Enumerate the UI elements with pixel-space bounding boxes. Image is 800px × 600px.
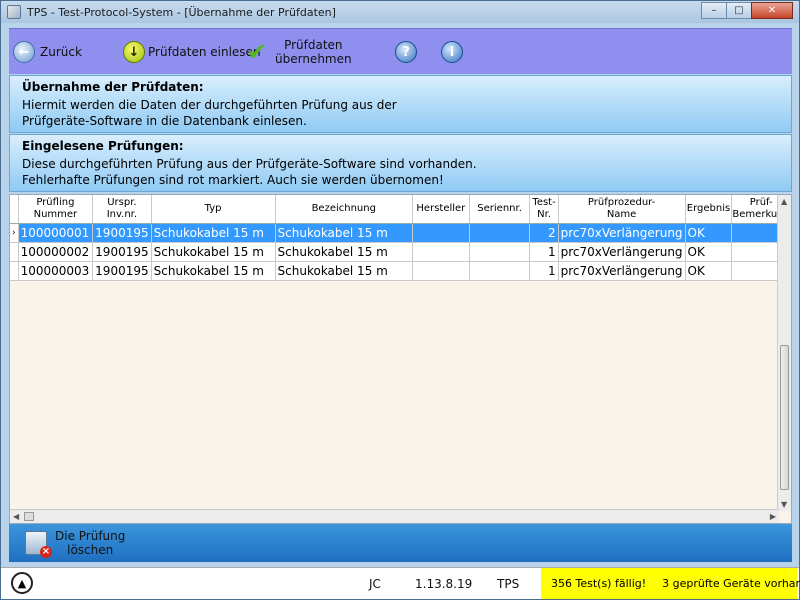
collapse-up-icon[interactable]: ▲ [11, 572, 33, 594]
scroll-down-icon[interactable]: ▼ [781, 500, 787, 509]
table-row[interactable]: › 100000001 1900195 Schukokabel 15 m Sch… [10, 223, 791, 243]
status-warning: 356 Test(s) fällig! 3 geprüfte Geräte vo… [541, 568, 800, 599]
cell-hersteller [412, 242, 470, 262]
cell-seriennr [469, 242, 531, 262]
scroll-up-icon[interactable]: ▲ [781, 197, 787, 206]
header-corner [10, 195, 19, 224]
title-bar: TPS - Test-Protocol-System - [Übernahme … [1, 1, 799, 23]
help-icon: ? [395, 41, 417, 63]
vertical-scrollbar[interactable]: ▲ ▼ [777, 195, 791, 511]
column-header-seriennr[interactable]: Seriennr. [469, 195, 531, 224]
cell-bezeichnung: Schukokabel 15 m [275, 242, 413, 262]
column-header-ergebnis[interactable]: Ergebnis [685, 195, 733, 224]
accept-data-label: Prüfdaten übernehmen [275, 38, 352, 66]
minimize-button[interactable]: – [701, 2, 727, 19]
cell-test-nr: 1 [529, 261, 559, 281]
column-header-test-nr[interactable]: Test- Nr. [529, 195, 559, 224]
read-data-button[interactable]: ↓ Prüfdaten einlesen [123, 29, 261, 75]
toolbar: ← Zurück ↓ Prüfdaten einlesen ✔ Prüfdate… [9, 28, 792, 74]
cell-bezeichnung: Schukokabel 15 m [275, 261, 413, 281]
status-app: TPS [497, 577, 520, 591]
cell-hersteller [412, 223, 470, 243]
read-data-label: Prüfdaten einlesen [148, 45, 261, 59]
maximize-button[interactable]: □ [726, 2, 752, 19]
table-row[interactable]: 100000003 1900195 Schukokabel 15 m Schuk… [10, 261, 791, 281]
status-bar: ▲ JC 1.13.8.19 TPS 356 Test(s) fällig! 3… [1, 567, 800, 599]
arrow-down-icon: ↓ [123, 41, 145, 63]
close-button[interactable]: ✕ [751, 2, 793, 19]
cell-nummer: 100000002 [18, 242, 94, 262]
row-marker [10, 242, 19, 262]
read-tests-text-line1: Diese durchgeführten Prüfung aus der Prü… [22, 157, 477, 171]
tests-grid: Prüfling Nummer Urspr. Inv.nr. Typ Bezeich… [9, 194, 792, 524]
transfer-title: Übernahme der Prüfdaten: [22, 80, 204, 94]
column-header-typ[interactable]: Typ [151, 195, 276, 224]
column-header-nummer[interactable]: Prüfling Nummer [18, 195, 94, 224]
back-label: Zurück [40, 45, 82, 59]
cell-typ: Schukokabel 15 m [151, 261, 276, 281]
header-row: Prüfling Nummer Urspr. Inv.nr. Typ Bezeich… [10, 195, 791, 224]
app-window: TPS - Test-Protocol-System - [Übernahme … [0, 0, 800, 600]
transfer-text-line2: Prüfgeräte-Software in die Datenbank ein… [22, 114, 307, 128]
cell-typ: Schukokabel 15 m [151, 242, 276, 262]
column-header-hersteller[interactable]: Hersteller [412, 195, 470, 224]
checked-devices-text: 3 geprüfte Geräte vorhanden. [662, 577, 800, 590]
cell-test-nr: 2 [529, 223, 559, 243]
read-tests-panel: Eingelesene Prüfungen: Diese durchgeführ… [9, 134, 792, 192]
cell-prozedur: prc70xVerlängerung [558, 223, 686, 243]
cell-ergebnis: OK [685, 242, 733, 262]
vertical-scroll-thumb[interactable] [780, 345, 789, 490]
window-title: TPS - Test-Protocol-System - [Übernahme … [27, 5, 336, 19]
read-tests-title: Eingelesene Prüfungen: [22, 139, 184, 153]
cell-prozedur: prc70xVerlängerung [558, 242, 686, 262]
cell-ergebnis: OK [685, 261, 733, 281]
column-header-bezeichnung[interactable]: Bezeichnung [275, 195, 413, 224]
due-tests-text: 356 Test(s) fällig! [551, 577, 647, 590]
cell-prozedur: prc70xVerlängerung [558, 261, 686, 281]
cell-nummer: 100000003 [18, 261, 94, 281]
row-marker [10, 261, 19, 281]
transfer-info-panel: Übernahme der Prüfdaten: Hiermit werden … [9, 75, 792, 133]
recycle-bin-delete-icon [25, 531, 52, 558]
cell-bezeichnung: Schukokabel 15 m [275, 223, 413, 243]
back-button[interactable]: ← Zurück [13, 29, 82, 75]
cell-inv: 1900195 [92, 223, 152, 243]
tests-table: Prüfling Nummer Urspr. Inv.nr. Typ Bezeich… [10, 195, 791, 281]
horizontal-scroll-thumb[interactable] [24, 512, 34, 521]
cell-test-nr: 1 [529, 242, 559, 262]
read-tests-text-line2: Fehlerhafte Prüfungen sind rot markiert.… [22, 173, 444, 187]
table-row[interactable]: 100000002 1900195 Schukokabel 15 m Schuk… [10, 242, 791, 262]
cell-typ: Schukokabel 15 m [151, 223, 276, 243]
cell-inv: 1900195 [92, 242, 152, 262]
status-version: 1.13.8.19 [415, 577, 473, 591]
arrow-left-icon: ← [13, 41, 35, 63]
scroll-right-icon[interactable]: ▶ [770, 512, 776, 521]
help-button[interactable]: ? [395, 29, 417, 75]
cell-ergebnis: OK [685, 223, 733, 243]
row-marker: › [10, 223, 19, 243]
cell-nummer: 100000001 [18, 223, 94, 243]
app-icon [7, 5, 21, 19]
transfer-text-line1: Hiermit werden die Daten der durchgeführ… [22, 98, 397, 112]
delete-test-button[interactable]: Die Prüfung löschen [9, 529, 126, 558]
action-bar: Die Prüfung löschen [9, 524, 792, 562]
horizontal-scrollbar[interactable]: ◀ ▶ [10, 509, 779, 523]
info-icon: i [441, 41, 463, 63]
delete-test-label: Die Prüfung löschen [55, 529, 126, 557]
column-header-inv[interactable]: Urspr. Inv.nr. [92, 195, 152, 224]
column-header-prozedur[interactable]: Prüfprozedur- Name [558, 195, 686, 224]
cell-inv: 1900195 [92, 261, 152, 281]
window-controls: – □ ✕ [701, 2, 793, 19]
info-button[interactable]: i [441, 29, 463, 75]
accept-data-button[interactable]: ✔ Prüfdaten übernehmen [247, 29, 352, 75]
cell-hersteller [412, 261, 470, 281]
cell-seriennr [469, 261, 531, 281]
checkmark-icon: ✔ [247, 38, 268, 66]
scroll-left-icon[interactable]: ◀ [13, 512, 19, 521]
cell-seriennr [469, 223, 531, 243]
status-user: JC [369, 577, 381, 591]
